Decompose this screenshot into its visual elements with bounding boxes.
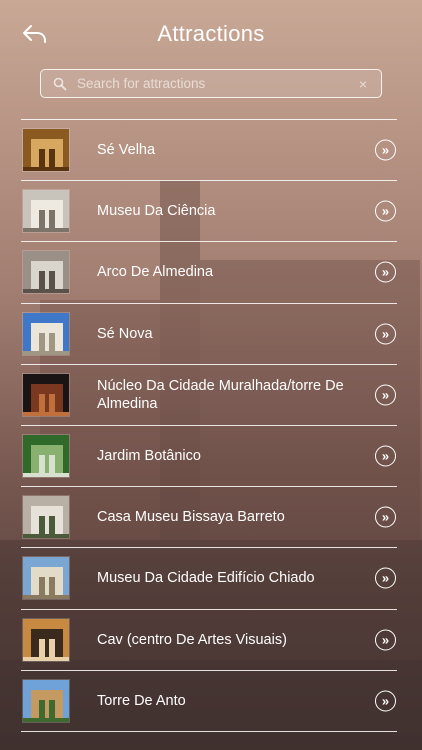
- list-item[interactable]: Arco De Almedina »: [21, 242, 397, 304]
- search-icon: [51, 75, 69, 93]
- open-details-icon[interactable]: »: [375, 261, 396, 283]
- open-details-icon[interactable]: »: [375, 139, 396, 161]
- attraction-thumbnail: [22, 189, 70, 234]
- list-item[interactable]: Casa Museu Bissaya Barreto »: [21, 487, 397, 549]
- attraction-name: Cav (centro De Artes Visuais): [97, 631, 287, 648]
- attraction-name: Sé Velha: [97, 142, 156, 159]
- attraction-thumbnail: [22, 678, 70, 723]
- list-item[interactable]: Museu Da Ciência »: [21, 181, 397, 243]
- attraction-name: Sé Nova: [97, 325, 153, 342]
- attraction-name: Jardim Botânico: [97, 448, 201, 465]
- open-details-icon[interactable]: »: [375, 200, 396, 222]
- attraction-thumbnail: [22, 250, 70, 295]
- attraction-thumbnail: [22, 128, 70, 173]
- clear-search-icon[interactable]: ×: [355, 76, 371, 92]
- attraction-thumbnail: [22, 617, 70, 662]
- attraction-name: Núcleo Da Cidade Muralhada/torre De Alme…: [97, 377, 344, 412]
- attraction-thumbnail: [22, 311, 70, 356]
- open-details-icon[interactable]: »: [375, 690, 396, 712]
- open-details-icon[interactable]: »: [375, 323, 396, 345]
- attraction-name: Torre De Anto: [97, 692, 186, 709]
- attractions-list: Sé Velha» Museu Da Ciência» Arco De Almedi…: [21, 119, 397, 732]
- list-item[interactable]: Museu Da Cidade Edifício Chiado »: [21, 548, 397, 610]
- list-item[interactable]: Cav (centro De Artes Visuais) »: [21, 610, 397, 671]
- attraction-thumbnail: [22, 556, 70, 601]
- attraction-name: Museu Da Ciência: [97, 203, 216, 220]
- attraction-name: Casa Museu Bissaya Barreto: [97, 509, 285, 526]
- attraction-thumbnail: [22, 372, 70, 417]
- list-item[interactable]: Sé Nova »: [21, 304, 397, 365]
- list-item[interactable]: Torre De Anto »: [21, 671, 397, 732]
- list-item[interactable]: Núcleo Da Cidade Muralhada/torre De Alme…: [21, 365, 397, 426]
- attraction-thumbnail: [22, 434, 70, 479]
- open-details-icon[interactable]: »: [375, 384, 396, 406]
- attraction-name: Museu Da Cidade Edifício Chiado: [97, 570, 315, 587]
- list-item[interactable]: Jardim Botânico »: [21, 426, 397, 488]
- open-details-icon[interactable]: »: [375, 506, 396, 528]
- open-details-icon[interactable]: »: [375, 567, 396, 589]
- search-bar[interactable]: ×: [40, 69, 382, 98]
- open-details-icon[interactable]: »: [375, 629, 396, 651]
- attraction-name: Arco De Almedina: [97, 264, 214, 281]
- open-details-icon[interactable]: »: [375, 445, 396, 467]
- search-input[interactable]: [77, 76, 355, 91]
- app-header: Attractions: [0, 0, 422, 66]
- list-item[interactable]: Sé Velha »: [21, 120, 397, 182]
- page-title: Attractions: [157, 21, 265, 46]
- attraction-thumbnail: [22, 495, 70, 540]
